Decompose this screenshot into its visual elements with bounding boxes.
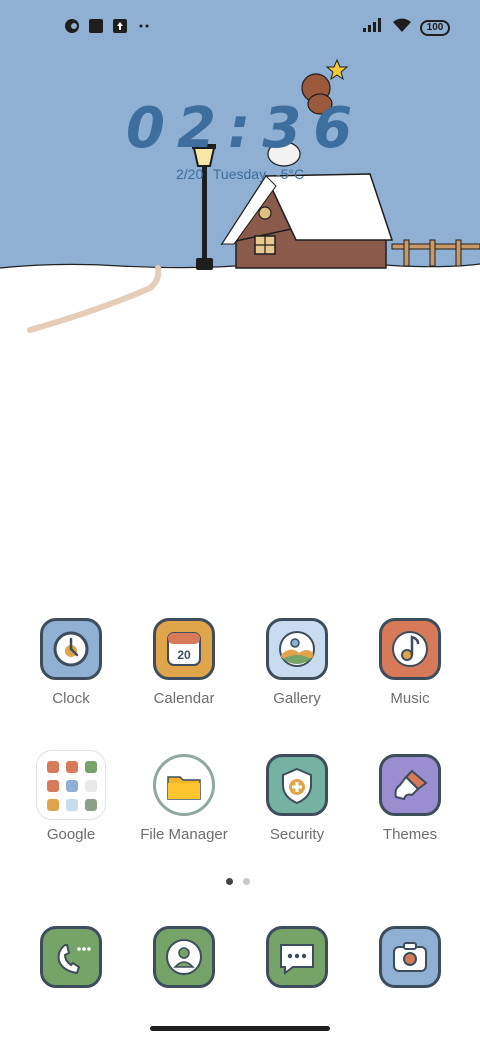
wifi-icon xyxy=(392,17,412,38)
widget-date: 2/20 xyxy=(176,166,204,182)
music-icon xyxy=(379,618,441,680)
home-gesture-bar[interactable] xyxy=(150,1026,330,1031)
dock-phone[interactable] xyxy=(11,926,131,988)
app-label-clock: Clock xyxy=(52,690,90,707)
square-notification-icon xyxy=(88,18,104,34)
calendar-date-badge: 20 xyxy=(177,648,191,662)
dock-messages[interactable] xyxy=(237,926,357,988)
widget-time: 02:36 xyxy=(126,96,365,161)
gallery-icon xyxy=(266,618,328,680)
brush-icon xyxy=(379,754,441,816)
phone-icon xyxy=(40,926,102,988)
app-gallery[interactable]: Gallery xyxy=(237,618,357,707)
app-music[interactable]: Music xyxy=(350,618,470,707)
widget-temperature: -5°C xyxy=(275,166,305,182)
app-file-manager[interactable]: File Manager xyxy=(124,754,244,843)
app-label-music: Music xyxy=(390,690,430,707)
message-icon xyxy=(266,926,328,988)
calendar-icon: 20 xyxy=(153,618,215,680)
google-folder-icon xyxy=(36,750,106,820)
notification-icons xyxy=(64,18,152,34)
widget-weekday: Tuesday xyxy=(212,166,267,182)
app-google-folder[interactable]: Google xyxy=(11,750,131,843)
page-indicator[interactable] xyxy=(226,878,250,885)
app-label-security: Security xyxy=(269,826,325,843)
app-themes[interactable]: Themes xyxy=(350,754,470,843)
signal-icon xyxy=(362,17,384,38)
folder-icon xyxy=(153,754,215,816)
app-label-themes: Themes xyxy=(382,826,438,843)
dock-camera[interactable] xyxy=(350,926,470,988)
app-label-calendar: Calendar xyxy=(153,690,215,707)
system-icons: 100 xyxy=(362,17,450,38)
app-label-file-manager: File Manager xyxy=(140,826,228,843)
app-notification-icon xyxy=(64,18,80,34)
app-security[interactable]: Security xyxy=(237,754,357,843)
upload-notification-icon xyxy=(112,18,128,34)
shield-icon xyxy=(266,754,328,816)
dock-contacts[interactable] xyxy=(124,926,244,988)
contacts-icon xyxy=(153,926,215,988)
app-calendar[interactable]: 20 Calendar xyxy=(124,618,244,707)
clock-widget[interactable]: 02:36 2/20 Tuesday -5°C xyxy=(0,92,480,192)
more-dots-icon xyxy=(136,18,152,34)
status-bar: 100 xyxy=(0,0,480,56)
app-label-google: Google xyxy=(46,826,96,843)
battery-level: 100 xyxy=(426,21,444,33)
app-clock[interactable]: Clock xyxy=(11,618,131,707)
page-dot-2[interactable] xyxy=(243,878,250,885)
page-dot-1[interactable] xyxy=(226,878,233,885)
clock-icon xyxy=(40,618,102,680)
battery-icon: 100 xyxy=(420,19,450,36)
widget-date-line: 2/20 Tuesday -5°C xyxy=(176,166,310,182)
app-label-gallery: Gallery xyxy=(273,690,321,707)
camera-icon xyxy=(379,926,441,988)
